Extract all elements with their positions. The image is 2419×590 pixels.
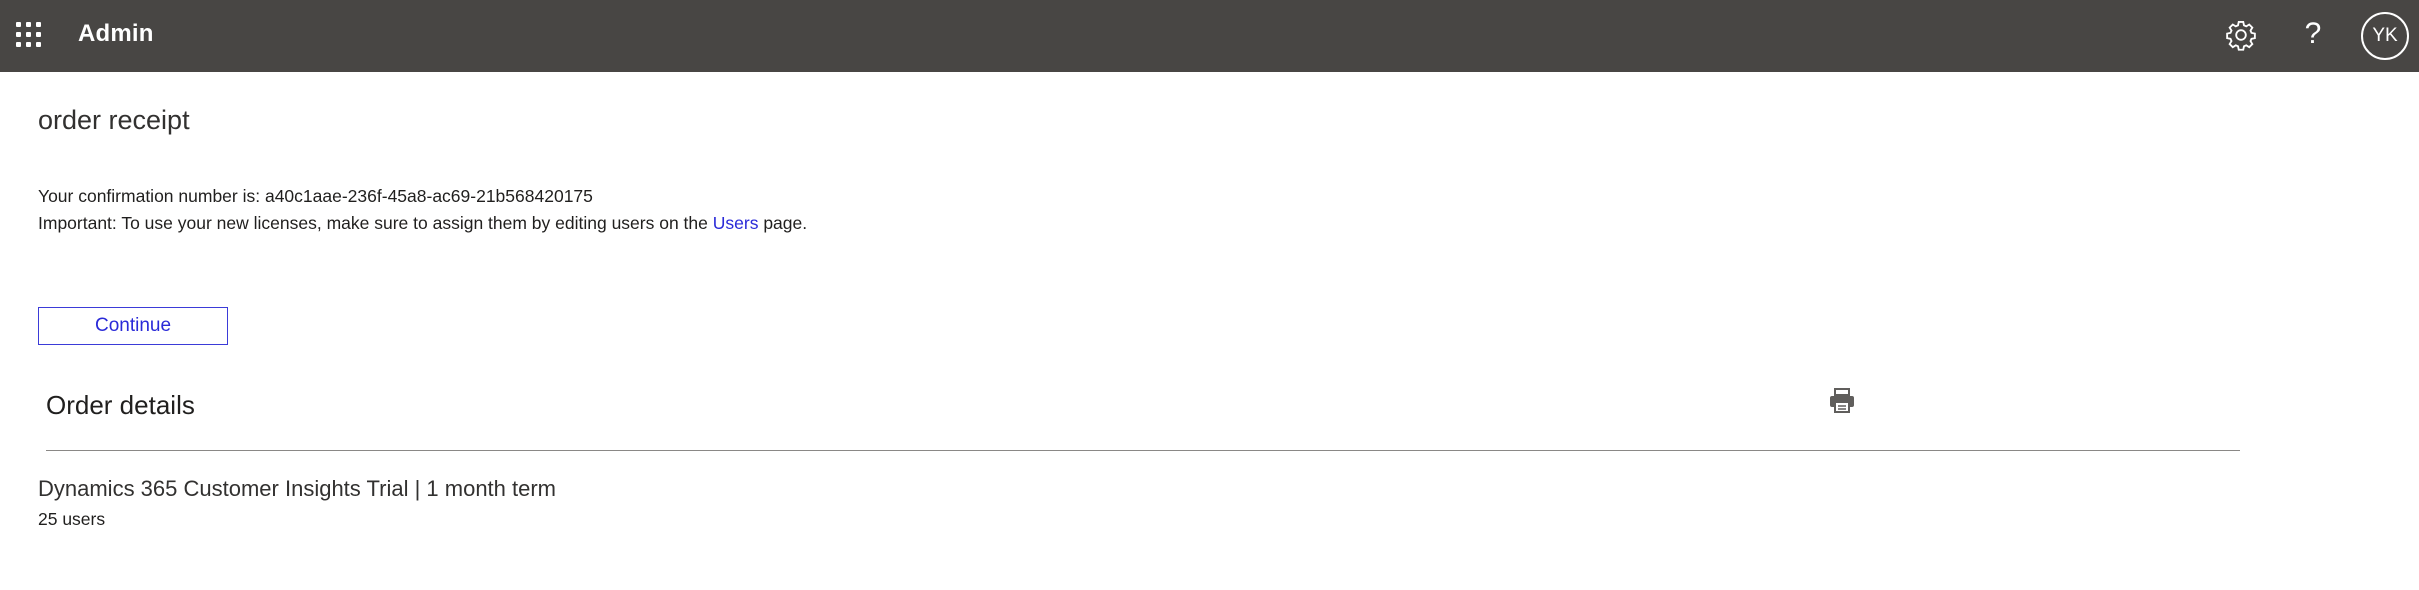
section-divider bbox=[46, 450, 2240, 451]
page-title: order receipt bbox=[38, 105, 190, 135]
confirmation-line: Your confirmation number is: a40c1aae-23… bbox=[38, 186, 593, 207]
order-details-title: Order details bbox=[46, 390, 195, 420]
important-text-suffix: page. bbox=[758, 213, 808, 233]
users-page-link[interactable]: Users bbox=[713, 213, 759, 233]
top-navigation-bar: Admin ? YK bbox=[0, 0, 2419, 72]
help-icon[interactable]: ? bbox=[2296, 14, 2330, 54]
important-note: Important: To use your new licenses, mak… bbox=[38, 213, 807, 234]
printer-icon[interactable] bbox=[1828, 388, 1856, 414]
gear-icon[interactable] bbox=[2224, 18, 2258, 52]
confirmation-label: Your confirmation number is: bbox=[38, 186, 265, 206]
order-item-quantity: 25 users bbox=[38, 509, 106, 529]
confirmation-number: a40c1aae-236f-45a8-ac69-21b568420175 bbox=[264, 186, 593, 206]
continue-button[interactable]: Continue bbox=[38, 307, 228, 345]
avatar[interactable]: YK bbox=[2361, 12, 2409, 60]
order-item-name: Dynamics 365 Customer Insights Trial | 1… bbox=[38, 476, 557, 501]
app-launcher-icon[interactable] bbox=[16, 22, 42, 48]
important-text: Important: To use your new licenses, mak… bbox=[38, 213, 713, 233]
app-title[interactable]: Admin bbox=[78, 20, 154, 48]
